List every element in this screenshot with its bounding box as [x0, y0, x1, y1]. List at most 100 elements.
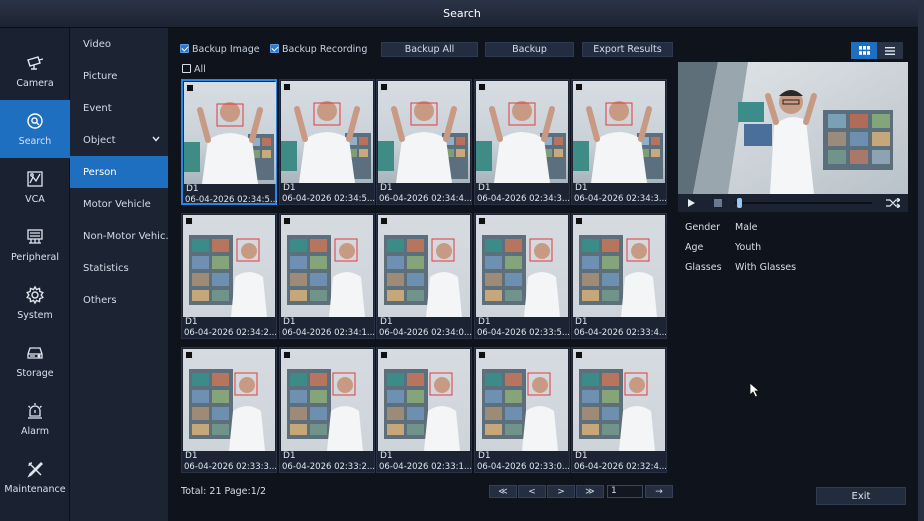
thumbnail-checkbox[interactable]: [575, 217, 583, 225]
thumbnail-checkbox[interactable]: [185, 351, 193, 359]
next-page-button[interactable]: >: [547, 485, 575, 498]
subnav-others[interactable]: Others: [70, 284, 168, 316]
subnav-object[interactable]: Object: [70, 124, 168, 156]
nav-storage[interactable]: Storage: [0, 332, 70, 390]
peripheral-icon: [27, 229, 43, 244]
view-toggle: [851, 42, 903, 59]
result-thumbnail[interactable]: D1 06-04-2026 02:34:4...: [376, 79, 472, 205]
attr-age-value: Youth: [735, 242, 762, 253]
list-view-button[interactable]: [877, 42, 903, 59]
thumbnail-channel: D1: [380, 451, 393, 461]
subnav-non-motor-vehicle[interactable]: Non-Motor Vehic..: [70, 220, 168, 252]
result-thumbnail[interactable]: D1 06-04-2026 02:34:5...: [181, 79, 277, 205]
attr-glasses-value: With Glasses: [735, 262, 797, 273]
result-thumbnail[interactable]: D1 06-04-2026 02:34:0...: [376, 213, 472, 339]
thumbnail-timestamp: 06-04-2026 02:33:5...: [477, 328, 569, 338]
progress-bar[interactable]: [735, 202, 872, 204]
result-thumbnail[interactable]: D1 06-04-2026 02:34:1...: [279, 213, 375, 339]
thumbnail-checkbox[interactable]: [380, 83, 388, 91]
thumbnail-timestamp: 06-04-2026 02:34:3...: [477, 194, 569, 204]
result-thumbnail[interactable]: D1 06-04-2026 02:33:5...: [474, 213, 570, 339]
thumbnail-image: [378, 215, 470, 317]
first-page-button[interactable]: ≪: [489, 485, 517, 498]
main-nav: Camera Search VCA Peripheral System Stor…: [0, 28, 70, 521]
exit-button[interactable]: Exit: [816, 487, 906, 505]
thumbnail-checkbox[interactable]: [186, 84, 194, 92]
backup-recording-checkbox[interactable]: Backup Recording: [270, 44, 367, 55]
subnav-motor-vehicle[interactable]: Motor Vehicle: [70, 188, 168, 220]
nav-maintenance[interactable]: Maintenance: [0, 448, 70, 506]
subnav-event[interactable]: Event: [70, 92, 168, 124]
thumbnail-channel: D1: [575, 317, 588, 327]
nav-camera[interactable]: Camera: [0, 42, 70, 100]
thumbnail-image: [476, 215, 568, 317]
attr-gender-label: Gender: [685, 222, 721, 233]
export-results-button[interactable]: Export Results: [582, 42, 673, 57]
window-edge: [918, 0, 924, 521]
page-number-input[interactable]: 1: [607, 485, 643, 498]
nav-system[interactable]: System: [0, 274, 70, 332]
thumbnail-checkbox[interactable]: [478, 83, 486, 91]
preview-image: [678, 62, 908, 194]
prev-page-button[interactable]: <: [518, 485, 546, 498]
result-thumbnail[interactable]: D1 06-04-2026 02:33:1...: [376, 347, 472, 473]
thumbnail-timestamp: 06-04-2026 02:33:0...: [477, 462, 569, 472]
progress-handle[interactable]: [737, 198, 742, 208]
result-thumbnail[interactable]: D1 06-04-2026 02:33:0...: [474, 347, 570, 473]
thumbnail-image: [573, 215, 665, 317]
result-thumbnail[interactable]: D1 06-04-2026 02:34:2...: [181, 213, 277, 339]
nav-search[interactable]: Search: [0, 100, 70, 158]
backup-button[interactable]: Backup: [485, 42, 574, 57]
subnav-video[interactable]: Video: [70, 28, 168, 60]
result-thumbnail[interactable]: D1 06-04-2026 02:34:5...: [279, 79, 375, 205]
mouse-cursor-icon: [749, 382, 761, 398]
thumbnail-checkbox[interactable]: [283, 83, 291, 91]
result-thumbnail[interactable]: D1 06-04-2026 02:34:3...: [474, 79, 570, 205]
thumbnail-image: [476, 81, 568, 183]
result-thumbnail[interactable]: D1 06-04-2026 02:33:2...: [279, 347, 375, 473]
thumbnail-timestamp: 06-04-2026 02:33:2...: [282, 462, 374, 472]
thumbnail-checkbox[interactable]: [185, 217, 193, 225]
thumbnail-channel: D1: [185, 451, 198, 461]
search-icon: [27, 113, 43, 129]
thumbnail-timestamp: 06-04-2026 02:34:4...: [379, 194, 471, 204]
stop-icon[interactable]: [714, 199, 722, 207]
thumbnail-channel: D1: [185, 317, 198, 327]
subnav-statistics[interactable]: Statistics: [70, 252, 168, 284]
last-page-button[interactable]: ≫: [576, 485, 604, 498]
thumbnail-checkbox[interactable]: [380, 351, 388, 359]
chevron-down-icon: [152, 136, 160, 142]
result-thumbnail[interactable]: D1 06-04-2026 02:34:3...: [571, 79, 667, 205]
nav-alarm[interactable]: Alarm: [0, 390, 70, 448]
play-icon[interactable]: [688, 199, 695, 207]
thumbnail-checkbox[interactable]: [575, 351, 583, 359]
result-thumbnail[interactable]: D1 06-04-2026 02:33:4...: [571, 213, 667, 339]
subnav-person[interactable]: Person: [70, 156, 168, 188]
result-thumbnail[interactable]: D1 06-04-2026 02:33:3...: [181, 347, 277, 473]
thumbnail-timestamp: 06-04-2026 02:33:3...: [184, 462, 276, 472]
result-thumbnail[interactable]: D1 06-04-2026 02:32:4...: [571, 347, 667, 473]
subnav-picture[interactable]: Picture: [70, 60, 168, 92]
thumbnail-checkbox[interactable]: [283, 351, 291, 359]
thumbnail-channel: D1: [575, 451, 588, 461]
thumbnail-checkbox[interactable]: [283, 217, 291, 225]
sub-nav: Video Picture Event Object Person Motor …: [70, 28, 168, 521]
grid-view-button[interactable]: [851, 42, 877, 59]
hdd-icon: [27, 347, 43, 359]
thumbnail-checkbox[interactable]: [380, 217, 388, 225]
thumbnail-checkbox[interactable]: [575, 83, 583, 91]
nav-peripheral[interactable]: Peripheral: [0, 216, 70, 274]
go-page-button[interactable]: →: [645, 485, 673, 498]
thumbnail-channel: D1: [478, 317, 491, 327]
thumbnail-channel: D1: [380, 317, 393, 327]
select-all-checkbox[interactable]: All: [182, 64, 206, 75]
backup-image-checkbox[interactable]: Backup Image: [180, 44, 260, 55]
shuffle-icon[interactable]: [886, 198, 900, 208]
thumbnail-channel: D1: [283, 183, 296, 193]
thumbnail-channel: D1: [478, 451, 491, 461]
thumbnail-checkbox[interactable]: [478, 351, 486, 359]
backup-all-button[interactable]: Backup All: [381, 42, 478, 57]
thumbnail-timestamp: 06-04-2026 02:34:1...: [282, 328, 374, 338]
thumbnail-checkbox[interactable]: [478, 217, 486, 225]
nav-vca[interactable]: VCA: [0, 158, 70, 216]
